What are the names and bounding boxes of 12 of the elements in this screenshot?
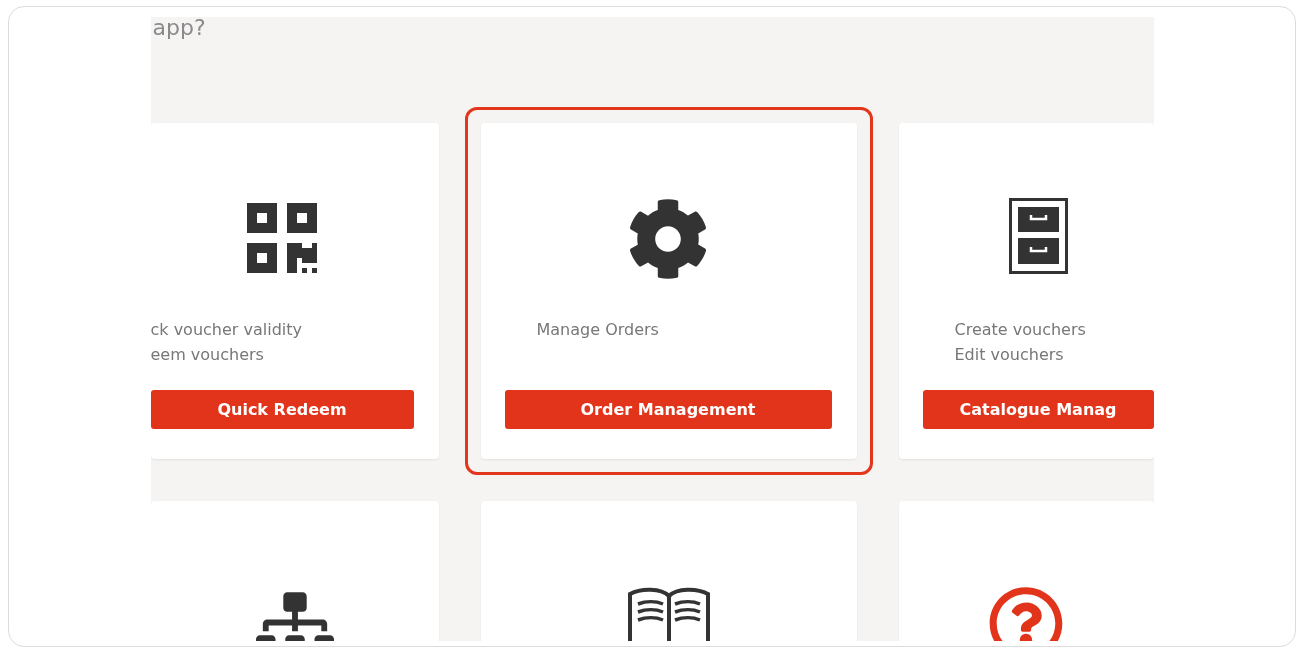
card-description: eem vouchers bbox=[150, 344, 265, 366]
card-button[interactable]: Order Management bbox=[504, 390, 832, 429]
card-description: ck voucher validity bbox=[150, 319, 303, 341]
card-button[interactable]: Catalogue Manag bbox=[922, 390, 1154, 429]
filing-cabinet-icon bbox=[1008, 198, 1068, 274]
card-description: Edit vouchers bbox=[954, 344, 1065, 366]
card-description: Manage Orders bbox=[536, 319, 660, 341]
card-description: Create vouchers bbox=[954, 319, 1087, 341]
card-button[interactable]: Quick Redeem bbox=[150, 390, 414, 429]
settings-icon bbox=[627, 198, 709, 280]
page-heading: app? bbox=[151, 17, 207, 39]
open-book-icon bbox=[625, 586, 712, 641]
